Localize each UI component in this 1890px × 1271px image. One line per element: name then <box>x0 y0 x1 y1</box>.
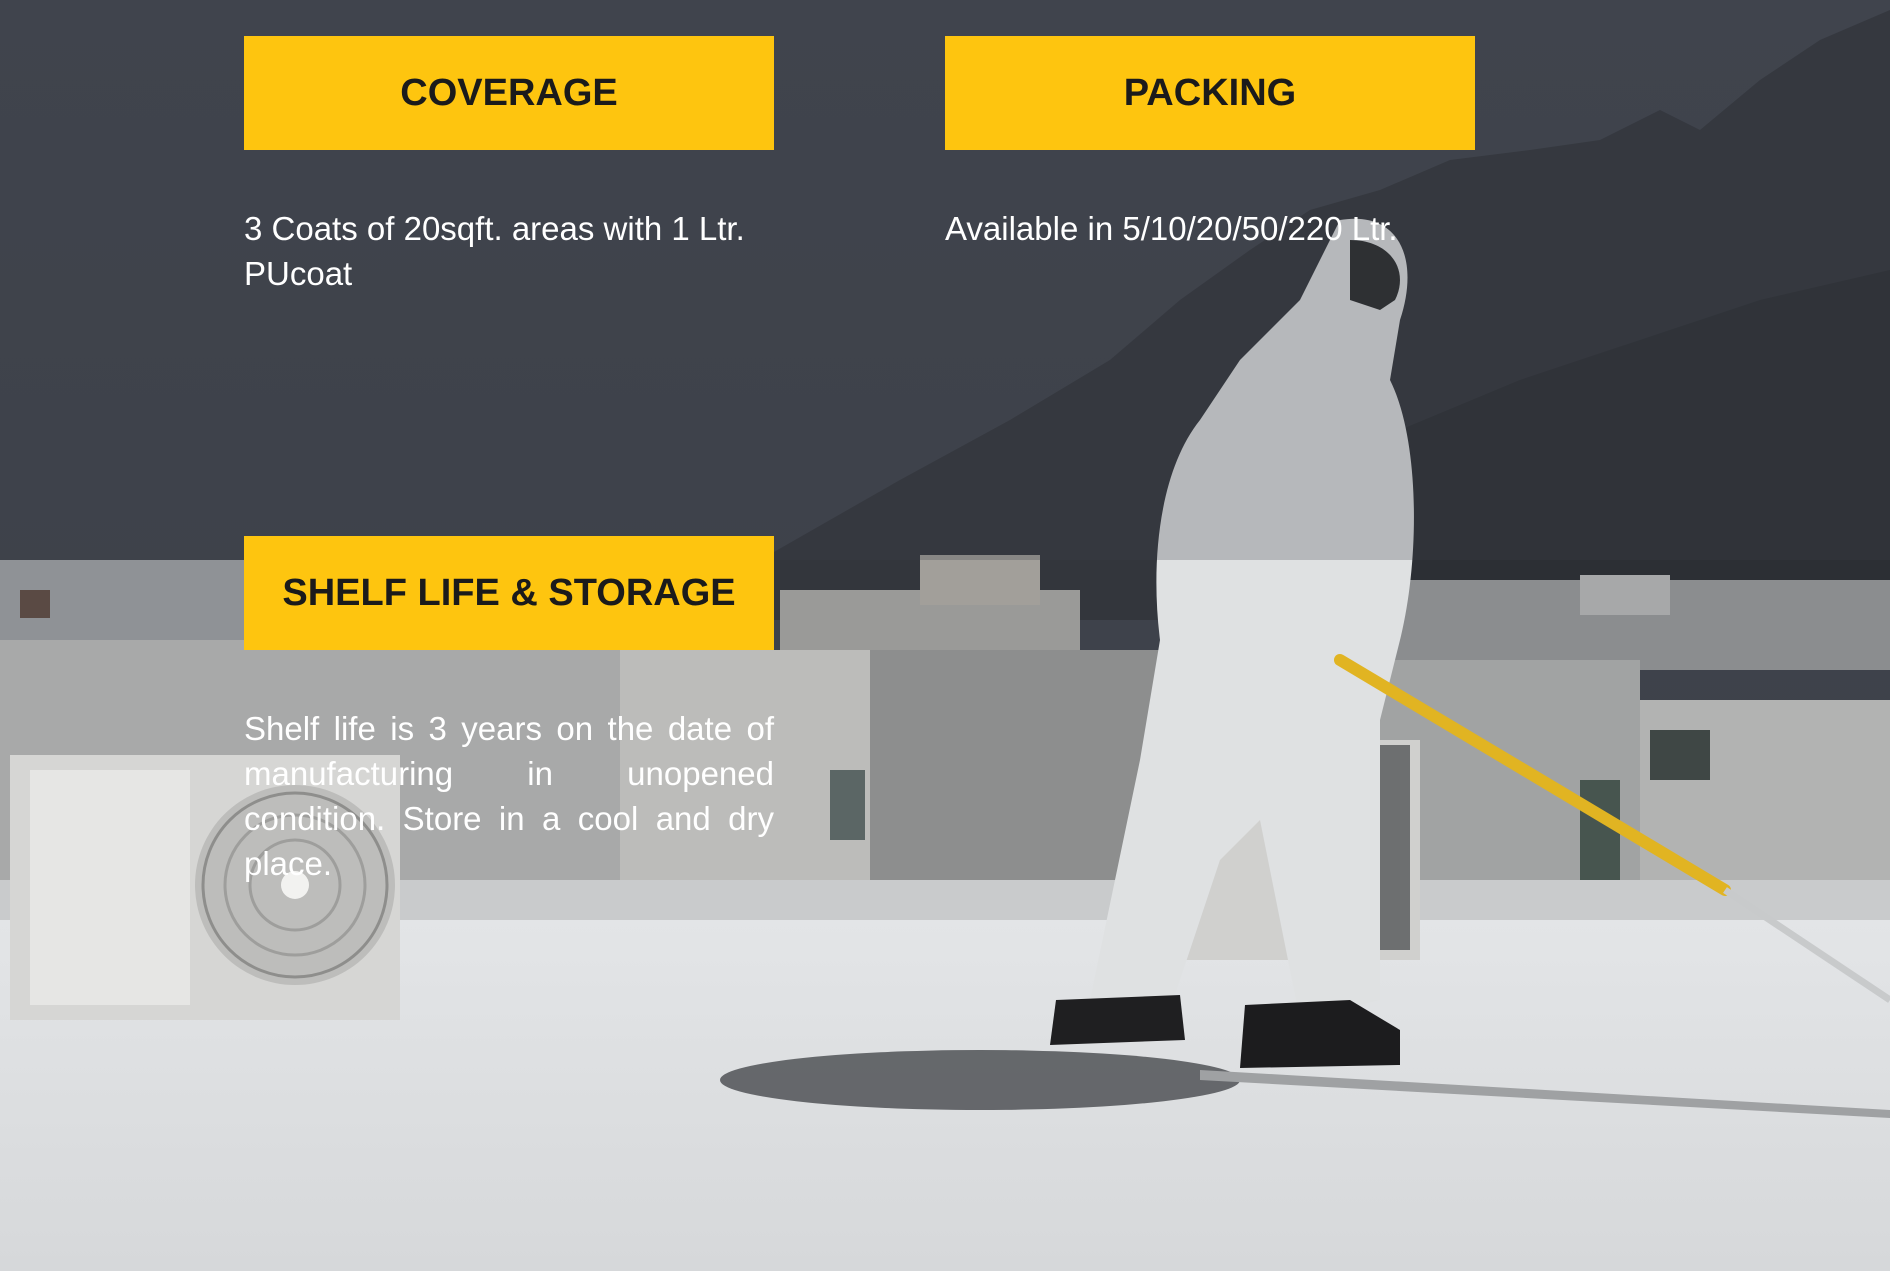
coverage-heading: COVERAGE <box>244 36 774 150</box>
shelf-life-section: SHELF LIFE & STORAGE Shelf life is 3 yea… <box>244 536 774 886</box>
coverage-section: COVERAGE 3 Coats of 20sqft. areas with 1… <box>244 36 774 296</box>
packing-section: PACKING Available in 5/10/20/50/220 Ltr. <box>945 36 1475 251</box>
coverage-description: 3 Coats of 20sqft. areas with 1 Ltr. PUc… <box>244 210 745 292</box>
product-info-panel: COVERAGE 3 Coats of 20sqft. areas with 1… <box>0 0 1890 1271</box>
packing-description: Available in 5/10/20/50/220 Ltr. <box>945 210 1398 247</box>
shelf-life-description: Shelf life is 3 years on the date of man… <box>244 710 774 882</box>
packing-heading: PACKING <box>945 36 1475 150</box>
shelf-life-heading: SHELF LIFE & STORAGE <box>244 536 774 650</box>
